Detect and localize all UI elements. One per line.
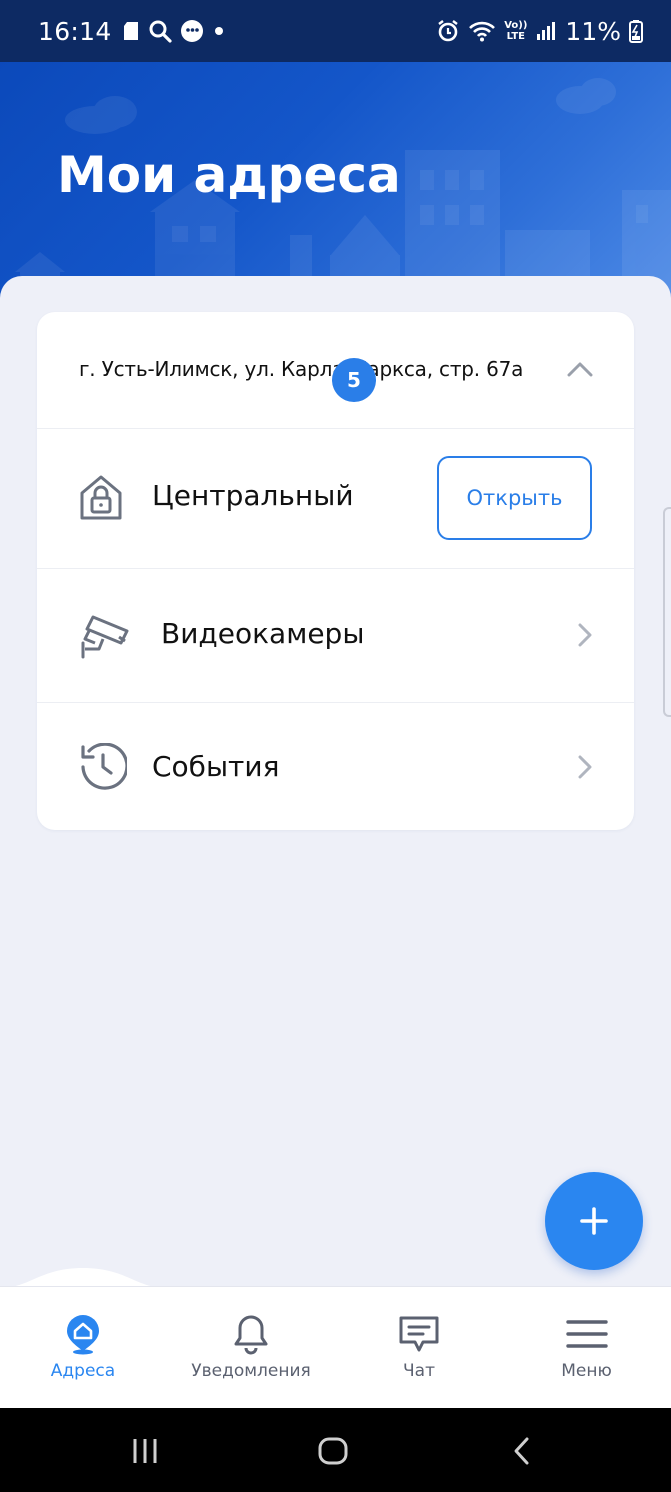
nav-label-addresses: Адреса xyxy=(50,1361,116,1381)
page-title: Мои адреса xyxy=(57,146,401,204)
row-label-events: События xyxy=(152,750,280,783)
address-text: г. Усть-Илимск, ул. Карла Маркса, стр. 6… xyxy=(79,357,524,381)
recent-apps-icon[interactable] xyxy=(130,1436,160,1466)
locked-house-icon xyxy=(80,475,122,520)
row-video-cameras[interactable]: Видеокамеры xyxy=(37,569,634,703)
chevron-right-icon xyxy=(578,755,592,779)
status-bar: 16:14 Vo)) LTE 11% xyxy=(0,0,671,62)
row-events[interactable]: События xyxy=(37,703,634,830)
status-time: 16:14 xyxy=(38,16,112,46)
row-intercom-central: Центральный Открыть xyxy=(37,429,634,569)
wifi-icon xyxy=(469,21,496,42)
back-icon[interactable] xyxy=(510,1436,534,1466)
add-address-button[interactable] xyxy=(545,1172,643,1270)
chevron-right-icon xyxy=(578,623,592,647)
nav-notifications[interactable]: Уведомления xyxy=(166,1287,336,1409)
home-icon[interactable] xyxy=(317,1436,349,1466)
nav-chat[interactable]: Чат xyxy=(336,1287,502,1409)
history-clock-icon xyxy=(81,743,127,790)
address-pin-icon xyxy=(67,1315,99,1355)
menu-icon xyxy=(565,1320,608,1348)
header: 16:14 Vo)) LTE 11% Мои адреса xyxy=(0,0,671,300)
volte-lte-indicator: Vo)) LTE xyxy=(504,20,528,42)
cameras-count-badge: 5 xyxy=(332,358,376,402)
notification-dot-icon xyxy=(214,27,223,35)
nav-label-menu: Меню xyxy=(561,1361,612,1381)
chevron-up-icon[interactable] xyxy=(567,361,593,377)
row-label-cameras: Видеокамеры xyxy=(161,617,365,650)
plus-icon xyxy=(580,1207,608,1235)
alarm-icon xyxy=(438,20,458,42)
signal-icon xyxy=(537,22,556,40)
nav-label-notifications: Уведомления xyxy=(191,1361,311,1381)
chat-icon xyxy=(399,1316,439,1352)
sd-card-icon xyxy=(123,22,138,40)
open-door-button[interactable]: Открыть xyxy=(437,456,592,540)
bottom-nav: Адреса Уведомления Чат Меню xyxy=(0,1286,671,1408)
row-label-central: Центральный xyxy=(152,479,354,512)
bell-icon xyxy=(234,1315,268,1355)
edge-panel-handle[interactable] xyxy=(663,507,671,717)
battery-percent: 11% xyxy=(565,16,621,46)
system-nav-bar xyxy=(0,1408,671,1492)
chat-bubble-icon xyxy=(180,20,203,42)
nav-menu[interactable]: Меню xyxy=(502,1287,671,1409)
battery-charging-icon xyxy=(629,20,643,43)
search-icon xyxy=(149,20,172,43)
nav-addresses[interactable]: Адреса xyxy=(0,1287,166,1409)
security-camera-icon xyxy=(81,615,129,659)
nav-label-chat: Чат xyxy=(403,1361,435,1381)
